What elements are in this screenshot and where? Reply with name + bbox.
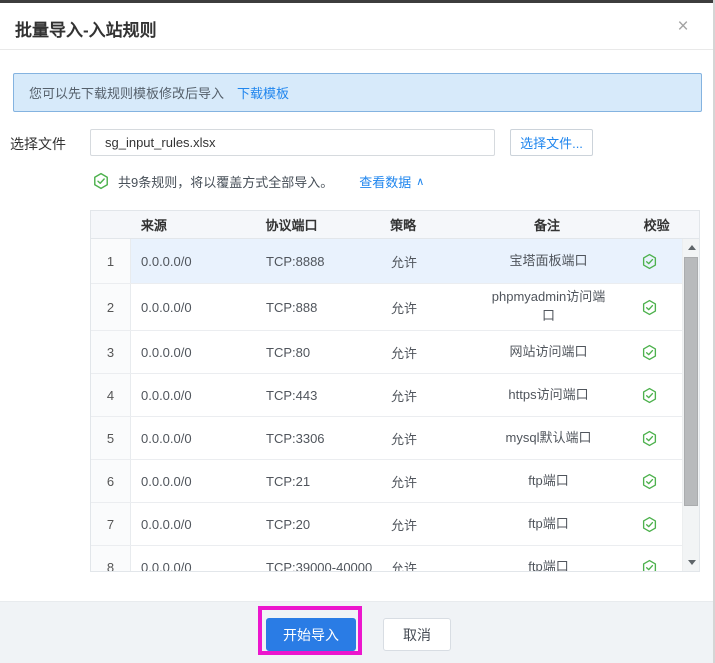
filename-input[interactable]: [90, 129, 495, 156]
cell-remark: https访问端口: [508, 386, 589, 402]
cancel-button[interactable]: 取消: [383, 618, 451, 651]
table-row[interactable]: 4 0.0.0.0/0 TCP:443 允许 https访问端口: [91, 374, 683, 417]
dialog-title: 批量导入-入站规则: [15, 21, 157, 40]
scrollbar-thumb[interactable]: [684, 257, 698, 506]
cell-source: 0.0.0.0/0: [141, 430, 192, 446]
start-import-button[interactable]: 开始导入: [266, 618, 356, 651]
cell-policy: 允许: [391, 474, 418, 490]
cell-remark: mysql默认端口: [505, 429, 592, 445]
row-index: 7: [91, 503, 131, 545]
cell-port: TCP:443: [266, 387, 318, 403]
cell-remark: phpmyadmin访问端口: [491, 289, 606, 323]
cell-remark: 宝塔面板端口: [481, 239, 616, 283]
window-top-edge: [0, 0, 715, 3]
table-row[interactable]: 5 0.0.0.0/0 TCP:3306 允许 mysql默认端口: [91, 417, 683, 460]
cell-policy: 允许: [391, 300, 418, 316]
cell-port: TCP:888: [266, 299, 318, 315]
cell-remark: ftp端口: [528, 558, 569, 571]
table-body: 1 0.0.0.0/0 TCP:8888 允许 宝塔面板端口 2 0.0.0.0…: [91, 239, 699, 571]
row-index: 3: [91, 331, 131, 373]
table-row[interactable]: 1 0.0.0.0/0 TCP:8888 允许 宝塔面板端口: [91, 239, 683, 284]
cell-policy: 允许: [391, 517, 418, 533]
rules-table: 来源 协议端口 策略 备注 校验 1 0.0.0.0/0 TCP:8888 允许…: [90, 210, 700, 572]
chevron-up-icon: ∧: [416, 175, 425, 188]
cell-port: TCP:39000-40000: [266, 559, 373, 572]
cell-policy: 允许: [381, 239, 481, 283]
cell-port: TCP:3306: [266, 430, 325, 446]
table-row[interactable]: 2 0.0.0.0/0 TCP:888 允许 phpmyadmin访问端口: [91, 284, 683, 331]
verify-check-icon: [616, 417, 683, 459]
cell-source: 0.0.0.0/0: [141, 344, 192, 360]
table-row[interactable]: 7 0.0.0.0/0 TCP:20 允许 ftp端口: [91, 503, 683, 546]
cell-source: 0.0.0.0/0: [141, 559, 192, 572]
verify-check-icon: [616, 503, 683, 545]
dialog-footer: 开始导入 取消: [0, 601, 715, 663]
cell-source: 0.0.0.0/0: [141, 299, 192, 315]
verify-check-icon: [616, 239, 683, 283]
table-row[interactable]: 8 0.0.0.0/0 TCP:39000-40000 允许 ftp端口: [91, 546, 683, 571]
cell-policy: 允许: [391, 431, 418, 447]
cell-port: TCP:21: [266, 473, 311, 489]
summary-text: 共9条规则，将以覆盖方式全部导入。: [118, 174, 334, 190]
table-row[interactable]: 6 0.0.0.0/0 TCP:21 允许 ftp端口: [91, 460, 683, 503]
cell-source: 0.0.0.0/0: [131, 239, 256, 283]
row-index: 4: [91, 374, 131, 416]
table-row[interactable]: 3 0.0.0.0/0 TCP:80 允许 网站访问端口: [91, 331, 683, 374]
dialog-header: 批量导入-入站规则 ×: [0, 3, 713, 50]
cell-policy: 允许: [391, 345, 418, 361]
table-header-row: 来源 协议端口 策略 备注 校验: [91, 211, 699, 239]
row-index: 6: [91, 460, 131, 502]
download-template-link[interactable]: 下载模板: [237, 83, 289, 102]
close-icon[interactable]: ×: [671, 15, 695, 39]
row-index: 5: [91, 417, 131, 459]
cell-port: TCP:20: [266, 516, 311, 532]
cell-source: 0.0.0.0/0: [141, 473, 192, 489]
view-data-link[interactable]: 查看数据 ∧: [359, 172, 424, 191]
table-scrollbar[interactable]: [682, 239, 699, 571]
verify-check-icon: [616, 284, 683, 330]
verify-check-icon: [616, 460, 683, 502]
cell-port: TCP:8888: [256, 239, 381, 283]
banner-text: 您可以先下载规则模板修改后导入: [29, 86, 225, 101]
header-source: 来源: [140, 218, 167, 233]
triangle-up-icon: [687, 245, 696, 250]
header-port: 协议端口: [265, 218, 318, 233]
file-select-label: 选择文件: [10, 136, 66, 152]
row-index: 1: [91, 239, 131, 283]
verify-check-icon: [616, 374, 683, 416]
header-verify: 校验: [643, 218, 670, 233]
cell-policy: 允许: [391, 560, 418, 572]
triangle-down-icon: [687, 560, 696, 565]
verify-check-icon: [616, 546, 683, 571]
header-policy: 策略: [390, 218, 417, 233]
summary-check-icon: [92, 172, 110, 190]
cell-remark: 网站访问端口: [509, 343, 588, 359]
row-index: 8: [91, 546, 131, 571]
scroll-up-button[interactable]: [683, 239, 699, 256]
row-index: 2: [91, 284, 131, 330]
cell-source: 0.0.0.0/0: [141, 516, 192, 532]
cell-source: 0.0.0.0/0: [141, 387, 192, 403]
cell-remark: ftp端口: [528, 472, 569, 488]
header-remark: 备注: [534, 218, 561, 233]
cell-policy: 允许: [391, 388, 418, 404]
cell-port: TCP:80: [266, 344, 311, 360]
import-summary: 共9条规则，将以覆盖方式全部导入。 查看数据 ∧: [92, 171, 424, 191]
verify-check-icon: [616, 331, 683, 373]
cell-remark: ftp端口: [528, 515, 569, 531]
choose-file-button[interactable]: 选择文件...: [510, 129, 593, 156]
info-banner: 您可以先下载规则模板修改后导入 下载模板: [13, 73, 702, 112]
scroll-down-button[interactable]: [683, 554, 699, 571]
